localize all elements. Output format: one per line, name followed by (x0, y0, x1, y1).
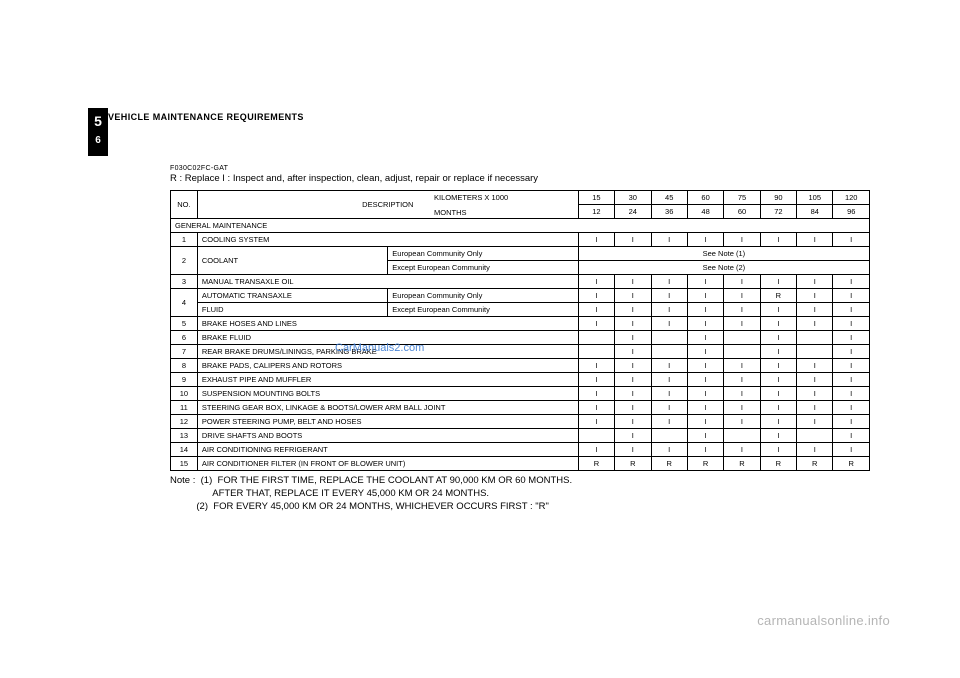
section-row: GENERAL MAINTENANCE (171, 219, 870, 233)
table-row: 9 EXHAUST PIPE AND MUFFLER IIIIIIII (171, 373, 870, 387)
table-row: 3 MANUAL TRANSAXLE OIL IIIIIIII (171, 275, 870, 289)
table-row: 7 REAR BRAKE DRUMS/LININGS, PARKING BRAK… (171, 345, 870, 359)
table-row: 1 COOLING SYSTEM IIIIIIII (171, 233, 870, 247)
table-header-row-km: NO. DESCRIPTION 15 30 45 60 75 90 105 12… (171, 191, 870, 205)
table-row: 6 BRAKE FLUID IIII (171, 331, 870, 345)
km-label: KILOMETERS X 1000 (434, 193, 508, 202)
col-description: DESCRIPTION (197, 191, 578, 219)
document-code: F030C02FC-GAT (170, 165, 870, 172)
mo-96: 96 (833, 205, 870, 219)
watermark-bottom: carmanualsonline.info (757, 613, 890, 628)
km-45: 45 (651, 191, 687, 205)
mo-60: 60 (724, 205, 760, 219)
table-row: 12 POWER STEERING PUMP, BELT AND HOSES I… (171, 415, 870, 429)
content-area: F030C02FC-GAT R : Replace I : Inspect an… (170, 165, 870, 513)
table-row: 10 SUSPENSION MOUNTING BOLTS IIIIIIII (171, 387, 870, 401)
km-105: 105 (797, 191, 833, 205)
page-header: VEHICLE MAINTENANCE REQUIREMENTS (108, 112, 304, 122)
km-60: 60 (687, 191, 723, 205)
months-label: MONTHS (434, 208, 467, 217)
km-90: 90 (760, 191, 796, 205)
table-row: 15 AIR CONDITIONER FILTER (IN FRONT OF B… (171, 457, 870, 471)
mo-12: 12 (578, 205, 614, 219)
km-75: 75 (724, 191, 760, 205)
table-row: 5 BRAKE HOSES AND LINES IIIIIIII (171, 317, 870, 331)
mo-24: 24 (615, 205, 651, 219)
section-label: GENERAL MAINTENANCE (171, 219, 870, 233)
table-row: 8 BRAKE PADS, CALIPERS AND ROTORS IIIIII… (171, 359, 870, 373)
mo-72: 72 (760, 205, 796, 219)
col-no: NO. (171, 191, 198, 219)
table-row: 13 DRIVE SHAFTS AND BOOTS IIII (171, 429, 870, 443)
table-row: 4 AUTOMATIC TRANSAXLE European Community… (171, 289, 870, 303)
footnote: Note : (1) FOR THE FIRST TIME, REPLACE T… (170, 475, 870, 513)
km-30: 30 (615, 191, 651, 205)
maintenance-table-body: GENERAL MAINTENANCE 1 COOLING SYSTEM III… (170, 218, 870, 471)
km-15: 15 (578, 191, 614, 205)
side-tab: 5 6 (88, 108, 108, 156)
legend-text: R : Replace I : Inspect and, after inspe… (170, 173, 870, 184)
mo-84: 84 (797, 205, 833, 219)
footnote-line-1: Note : (1) FOR THE FIRST TIME, REPLACE T… (170, 475, 870, 488)
table-row: FLUID Except European Community IIIIIIII (171, 303, 870, 317)
footnote-line-2: AFTER THAT, REPLACE IT EVERY 45,000 KM O… (170, 488, 870, 501)
table-row: 14 AIR CONDITIONING REFRIGERANT IIIIIIII (171, 443, 870, 457)
mo-48: 48 (687, 205, 723, 219)
watermark-center: CarManuals2.com (335, 342, 424, 354)
table-row: 11 STEERING GEAR BOX, LINKAGE & BOOTS/LO… (171, 401, 870, 415)
chapter-number: 5 (94, 112, 102, 130)
mo-36: 36 (651, 205, 687, 219)
km-120: 120 (833, 191, 870, 205)
maintenance-table: NO. DESCRIPTION 15 30 45 60 75 90 105 12… (170, 190, 870, 219)
footnote-line-3: (2) FOR EVERY 45,000 KM OR 24 MONTHS, WH… (170, 501, 870, 514)
table-row: 2 COOLANT European Community Only See No… (171, 247, 870, 261)
page-number: 6 (95, 134, 101, 148)
